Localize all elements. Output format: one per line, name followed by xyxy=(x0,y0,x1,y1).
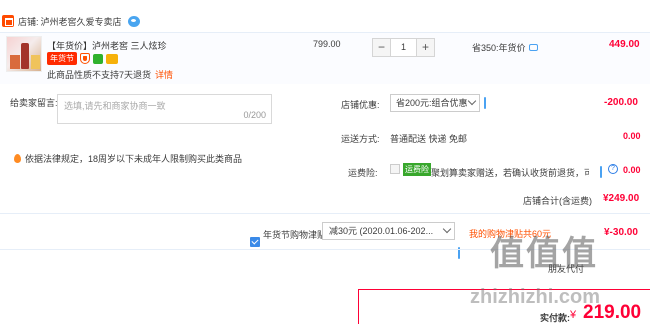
insurance-amount: 0.00 xyxy=(623,165,641,175)
subsidy-checkbox[interactable] xyxy=(250,237,260,247)
shop-discount-select[interactable]: 省200元:组合优惠 xyxy=(390,94,480,112)
comment-icon[interactable] xyxy=(528,44,538,51)
seller-message-input[interactable]: 选填,请先和商家协商一致 0/200 xyxy=(57,94,272,124)
return-policy-note: 此商品性质不支持7天退货 详情 xyxy=(47,70,174,80)
unit-price: 799.00 xyxy=(313,39,341,49)
payment-label: 实付款: xyxy=(540,313,570,323)
shop-header: 店铺: 泸州老窖久爱专卖店 xyxy=(0,10,650,32)
chevron-down-icon xyxy=(467,96,477,106)
comment-icon[interactable] xyxy=(484,97,486,109)
item-total-price: 449.00 xyxy=(609,39,640,50)
festival-badge: 年货节 xyxy=(47,52,77,65)
shop-name-link[interactable]: 泸州老窖久爱专卖店 xyxy=(41,15,122,28)
shipping-label: 运送方式: xyxy=(341,134,380,144)
message-counter: 0/200 xyxy=(243,110,266,120)
chat-seller-icon[interactable] xyxy=(127,15,140,27)
decrease-quantity-button[interactable]: − xyxy=(372,38,391,57)
comment-icon[interactable] xyxy=(600,166,602,178)
help-icon[interactable]: ? xyxy=(608,164,618,174)
subsidy-amount: ¥-30.00 xyxy=(604,227,638,238)
location-pin-icon xyxy=(14,154,21,163)
insurance-description: 聚划算卖家赠送，若确认收货前退货，可获... xyxy=(431,168,589,178)
legal-notice: 依据法律规定，18周岁以下未成年人限制购买此类商品 xyxy=(14,152,242,165)
divider xyxy=(0,213,650,214)
quantity-input[interactable]: 1 xyxy=(391,38,416,57)
subsidy-label: 年货节购物津贴 xyxy=(263,230,327,240)
credit-card-icon xyxy=(106,53,118,64)
shield-icon xyxy=(80,53,90,64)
shop-total-amount: ¥249.00 xyxy=(603,193,640,204)
shop-label: 店铺: xyxy=(18,16,39,27)
saving-info: 省350:年货价 xyxy=(472,41,538,54)
shop-discount-amount: -200.00 xyxy=(604,97,638,108)
insurance-label: 运费险: xyxy=(348,168,378,178)
shipping-method: 普通配送 快递 免邮 xyxy=(390,134,468,144)
shop-total-label: 店铺合计(含运费) xyxy=(523,196,592,206)
saving-text: 省350:年货价 xyxy=(472,43,526,53)
seller-message-label: 给卖家留言: xyxy=(10,98,58,108)
increase-quantity-button[interactable]: + xyxy=(416,38,435,57)
watermark-logo: 值值值 xyxy=(490,235,598,273)
currency-symbol: ¥ xyxy=(570,309,577,321)
legal-notice-text: 依据法律规定，18周岁以下未成年人限制购买此类商品 xyxy=(25,154,243,164)
insurance-tag: 运费险 xyxy=(403,163,431,176)
chevron-down-icon xyxy=(442,224,452,234)
shop-icon xyxy=(2,15,14,27)
product-thumbnail[interactable] xyxy=(6,36,42,72)
service-icon xyxy=(93,53,103,64)
product-badges: 年货节 xyxy=(47,52,118,65)
shop-discount-label: 店铺优惠: xyxy=(341,100,380,110)
message-placeholder: 选填,请先和商家协商一致 xyxy=(64,101,166,111)
product-title-link[interactable]: 【年货价】泸州老窖 三人炫珍... xyxy=(47,39,167,52)
return-detail-link[interactable]: 详情 xyxy=(155,70,173,80)
insurance-checkbox[interactable] xyxy=(390,164,400,174)
watermark-url: zhizhizhi.com xyxy=(470,286,600,308)
quantity-stepper: − 1 + xyxy=(372,38,435,57)
subsidy-select[interactable]: 减30元 (2020.01.06-202... xyxy=(322,222,455,240)
shipping-amount: 0.00 xyxy=(623,131,641,141)
